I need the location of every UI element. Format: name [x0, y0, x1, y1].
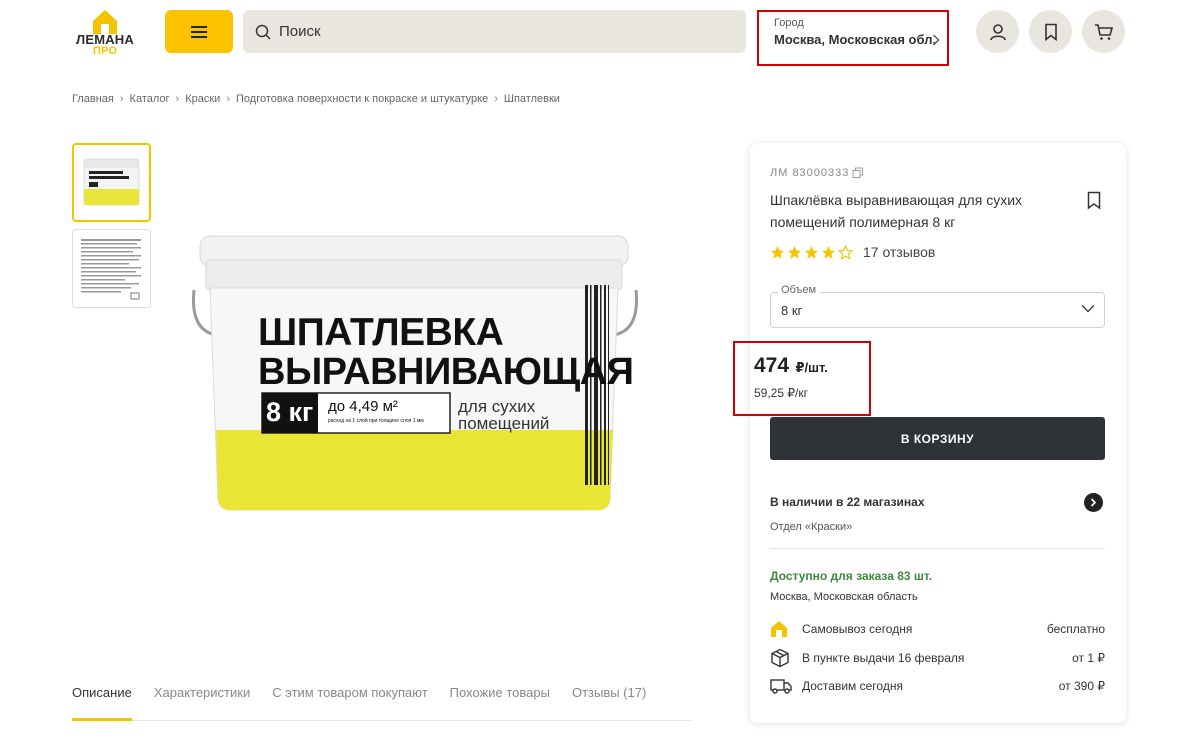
breadcrumb-separator-icon: ›: [494, 93, 498, 105]
bucket-coverage-note: расход на 1 слой при толщине слоя 1 мм: [328, 418, 424, 424]
volume-value: 8 кг: [781, 302, 803, 318]
city-label: Город: [774, 17, 804, 29]
bookmark-icon: [1044, 23, 1057, 41]
tab-bought-together[interactable]: С этим товаром покупают: [272, 685, 427, 721]
box-icon: [771, 648, 789, 668]
breadcrumb-item-catalog[interactable]: Каталог: [130, 93, 170, 105]
star-empty-icon: [838, 244, 853, 260]
availability-link[interactable]: В наличии в 22 магазинах: [770, 495, 925, 509]
reviews-link[interactable]: 17 отзывов: [863, 244, 935, 260]
thumbnail-label-image: [79, 236, 144, 301]
breadcrumb-separator-icon: ›: [226, 93, 230, 105]
sku-value: ЛМ 83000333: [770, 167, 850, 179]
price-unit: ₽/шт.: [795, 360, 828, 375]
star-filled-icon: [804, 245, 819, 259]
chevron-right-icon: [1090, 498, 1097, 507]
order-availability: Доступно для заказа 83 шт.: [770, 569, 933, 583]
logo[interactable]: ЛЕМАНА ПРО: [72, 8, 138, 58]
hamburger-icon: [191, 25, 207, 38]
delivery-option-pickup-point: В пункте выдачи 16 февраля от 1 ₽: [770, 648, 1105, 668]
tab-description[interactable]: Описание: [72, 685, 132, 721]
price-value: 474: [754, 354, 790, 377]
breadcrumb-separator-icon: ›: [175, 93, 180, 105]
price-per-kg: 59,25 ₽/кг: [754, 386, 808, 400]
delivery-price: от 1 ₽: [1072, 651, 1105, 665]
tab-characteristics[interactable]: Характеристики: [154, 685, 250, 721]
thumbnail-bucket-image: [83, 158, 140, 206]
favorites-button[interactable]: [1029, 10, 1072, 53]
truck-icon: [770, 679, 792, 694]
delivery-option-pickup: Самовывоз сегодня бесплатно: [770, 619, 1105, 639]
delivery-option-courier: Доставим сегодня от 390 ₽: [770, 676, 1105, 696]
city-selector[interactable]: Город Москва, Московская обл.: [757, 10, 949, 66]
availability-arrow-button[interactable]: [1084, 493, 1103, 512]
star-filled-icon: [821, 245, 836, 259]
volume-label: Объем: [778, 284, 820, 296]
product-main-image[interactable]: ШПАТЛЕВКА ВЫРАВНИВАЮЩАЯ 8 кг до 4,49 м² …: [180, 230, 650, 520]
bucket-weight: 8 кг: [266, 397, 314, 427]
product-title: Шпаклёвка выравнивающая для сухих помеще…: [770, 192, 1023, 230]
breadcrumb-item-paints[interactable]: Краски: [185, 93, 220, 105]
bucket-label-line2: ВЫРАВНИВАЮЩАЯ: [258, 351, 634, 393]
cart-button[interactable]: [1082, 10, 1125, 53]
cart-icon: [1094, 23, 1113, 40]
thumbnail-front[interactable]: [72, 143, 151, 222]
delivery-price: бесплатно: [1046, 622, 1105, 636]
delivery-label: В пункте выдачи 16 февраля: [802, 651, 965, 665]
delivery-label: Доставим сегодня: [802, 679, 903, 693]
bucket-coverage: до 4,49 м²: [328, 398, 398, 415]
bucket-label-line1: ШПАТЛЕВКА: [258, 311, 504, 354]
price-block: 474 ₽/шт. 59,25 ₽/кг: [733, 341, 871, 416]
tab-similar-products[interactable]: Похожие товары: [450, 685, 550, 721]
chevron-down-icon: [1081, 304, 1095, 313]
logo-subtext: ПРО: [92, 45, 118, 57]
breadcrumb-item-surface-prep[interactable]: Подготовка поверхности к покраске и штук…: [236, 93, 488, 105]
bucket-usage-line2: помещений: [458, 414, 550, 433]
rating: 17 отзывов: [770, 244, 935, 260]
thumbnail-label[interactable]: [72, 229, 151, 308]
store-icon: [771, 621, 787, 637]
delivery-price: от 390 ₽: [1058, 679, 1105, 693]
profile-button[interactable]: [976, 10, 1019, 53]
star-filled-icon: [770, 245, 785, 259]
breadcrumb-item-home[interactable]: Главная: [72, 93, 114, 105]
department: Отдел «Краски»: [770, 521, 853, 533]
breadcrumb-separator-icon: ›: [119, 93, 124, 105]
menu-button[interactable]: [165, 10, 233, 53]
volume-select[interactable]: Объем 8 кг: [770, 284, 1105, 328]
bookmark-icon[interactable]: [1086, 191, 1102, 210]
breadcrumb: Главная › Каталог › Краски › Подготовка …: [72, 93, 560, 105]
search-bar[interactable]: [243, 10, 746, 53]
product-card: ЛМ 83000333 Шпаклёвка выравнивающая для …: [733, 143, 1126, 723]
search-icon: [255, 24, 271, 40]
tab-reviews[interactable]: Отзывы (17): [572, 685, 646, 721]
add-to-cart-button[interactable]: В КОРЗИНУ: [770, 417, 1105, 460]
region: Москва, Московская область: [770, 591, 918, 603]
star-filled-icon: [787, 245, 802, 259]
city-value: Москва, Московская обл.: [774, 32, 937, 47]
breadcrumb-item-putty[interactable]: Шпатлевки: [504, 93, 560, 105]
search-input[interactable]: [279, 23, 699, 40]
delivery-label: Самовывоз сегодня: [802, 622, 913, 636]
divider: [770, 548, 1105, 549]
rating-stars: [770, 244, 855, 260]
copy-icon[interactable]: [852, 167, 864, 179]
user-icon: [989, 23, 1006, 40]
chevron-right-icon: [933, 34, 940, 46]
product-tabs: Описание Характеристики С этим товаром п…: [72, 685, 692, 721]
sku: ЛМ 83000333: [770, 167, 864, 179]
